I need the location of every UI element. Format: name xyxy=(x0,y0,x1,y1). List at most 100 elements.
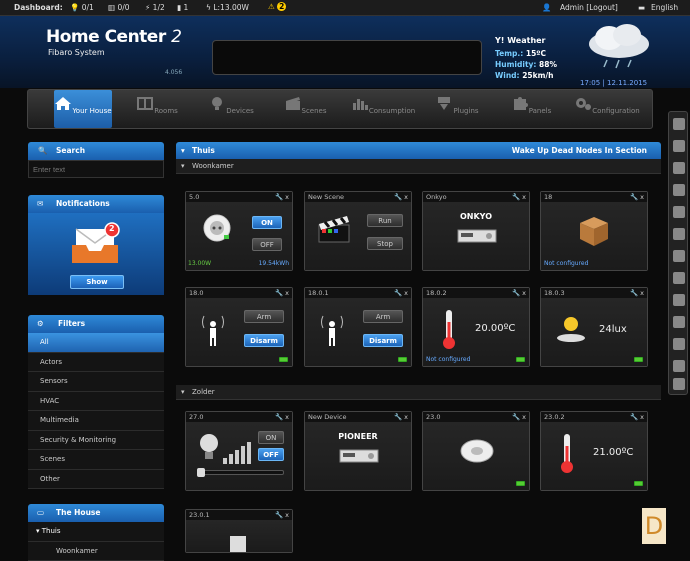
device-card-lux-18-0-3[interactable]: 18.0.3🔧 x 24lux xyxy=(540,287,648,367)
nav-your-house[interactable]: Your House xyxy=(54,90,112,128)
arm-button[interactable]: Arm xyxy=(244,310,284,323)
device-card-dimmer-27-0[interactable]: 27.0🔧 x ON OFF xyxy=(185,411,293,491)
language-link[interactable]: English xyxy=(651,3,678,12)
device-controls[interactable]: 🔧 x xyxy=(394,192,408,202)
device-controls[interactable]: 🔧 x xyxy=(630,192,644,202)
stop-scene-button[interactable]: Stop xyxy=(367,237,403,250)
device-controls[interactable]: 🔧 x xyxy=(512,288,526,298)
weather-label: Weather xyxy=(507,36,545,45)
device-controls[interactable]: 🔧 x xyxy=(630,412,644,422)
plugs-status[interactable]: ⚡ 1/2 xyxy=(145,3,165,12)
filter-all[interactable]: All xyxy=(28,333,164,353)
device-card-smoke-23-0[interactable]: 23.0🔧 x xyxy=(422,411,530,491)
device-card-wall-plug[interactable]: 5.0🔧 x ON OFF 13.00W 19.54kWh xyxy=(185,191,293,271)
filter-scenes[interactable]: Scenes xyxy=(28,450,164,470)
gear-icon[interactable] xyxy=(673,360,685,372)
show-notifications-button[interactable]: Show xyxy=(70,275,124,289)
device-controls[interactable]: 🔧 x xyxy=(512,412,526,422)
alerts-status[interactable]: ⚠ 2 xyxy=(268,2,286,11)
device-body: Run Stop xyxy=(305,202,411,270)
device-controls[interactable]: 🔧 x xyxy=(275,192,289,202)
clapper-icon[interactable] xyxy=(673,250,685,262)
power-status[interactable]: ϟ L:13.00W xyxy=(206,3,249,12)
house-section-thuis[interactable]: ▾ Thuis xyxy=(28,522,164,542)
on-button[interactable]: ON xyxy=(258,431,284,444)
device-card-onkyo[interactable]: Onkyo🔧 x ONKYO xyxy=(422,191,530,271)
nav-consumption[interactable]: Consumption xyxy=(342,90,424,128)
yahoo-icon: Y! xyxy=(495,36,504,45)
device-controls[interactable]: 🔧 x xyxy=(275,412,289,422)
device-controls[interactable]: 🔧 x xyxy=(275,510,289,520)
house-icon xyxy=(54,96,72,111)
device-controls[interactable]: 🔧 x xyxy=(394,412,408,422)
house-icon[interactable] xyxy=(673,162,685,174)
slider-handle[interactable] xyxy=(197,468,205,477)
logout-icon[interactable] xyxy=(673,378,685,390)
arrow-down-icon[interactable]: ▾ xyxy=(181,142,185,159)
wake-up-nodes-link[interactable]: Wake Up Dead Nodes In Section xyxy=(512,142,647,159)
humidity-label: Humidity: xyxy=(495,60,536,69)
nav-scenes[interactable]: Scenes xyxy=(268,90,342,128)
nav-rooms[interactable]: Rooms xyxy=(120,90,194,128)
filter-hvac[interactable]: HVAC xyxy=(28,392,164,412)
disarm-button[interactable]: Disarm xyxy=(244,334,284,347)
room-header-woonkamer[interactable]: ▾Woonkamer xyxy=(176,159,661,174)
nav-plugins[interactable]: Plugins xyxy=(420,90,494,128)
device-card-motion-18-0-1[interactable]: 18.0.1🔧 x Arm Disarm xyxy=(304,287,412,367)
off-button[interactable]: OFF xyxy=(258,448,284,461)
status-text: Not configured xyxy=(544,260,588,267)
device-card-motion-18-0[interactable]: 18.0🔧 x Arm Disarm xyxy=(185,287,293,367)
device-card-23-0-1[interactable]: 23.0.1🔧 x xyxy=(185,509,293,553)
lights-status[interactable]: 💡 0/1 xyxy=(70,3,94,12)
device-icon xyxy=(226,534,250,552)
run-scene-button[interactable]: Run xyxy=(367,214,403,227)
device-card-temp-18-0-2[interactable]: 18.0.2🔧 x 20.00ºC Not configured xyxy=(422,287,530,367)
version: 4.056 xyxy=(165,69,182,76)
blinds-status[interactable]: ▥ 0/0 xyxy=(108,3,130,12)
plugin-icon xyxy=(435,96,453,111)
device-card-scene[interactable]: New Scene🔧 x Run Stop xyxy=(304,191,412,271)
save-icon[interactable] xyxy=(673,118,685,130)
rooms-icon[interactable] xyxy=(673,184,685,196)
arrow-down-icon: ▾ xyxy=(36,527,40,535)
device-controls[interactable]: 🔧 x xyxy=(630,288,644,298)
device-header: 18.0.1🔧 x xyxy=(305,288,411,298)
on-button[interactable]: ON xyxy=(252,216,282,229)
scenes-icon[interactable] xyxy=(673,206,685,218)
device-controls[interactable]: 🔧 x xyxy=(512,192,526,202)
settings-icon[interactable] xyxy=(673,338,685,350)
room-header-zolder[interactable]: ▾Zolder xyxy=(176,385,661,400)
off-button[interactable]: OFF xyxy=(252,238,282,251)
nav-panels[interactable]: Panels xyxy=(494,90,568,128)
bulb-icon[interactable] xyxy=(673,228,685,240)
plugin-icon[interactable] xyxy=(673,294,685,306)
main-nav: Your House Rooms Devices Scenes Consumpt… xyxy=(27,89,653,129)
arrow-down-icon: ▾ xyxy=(181,385,185,400)
chart-icon[interactable] xyxy=(673,272,685,284)
house-section-label: Thuis xyxy=(42,527,61,535)
nav-configuration[interactable]: Configuration xyxy=(570,90,644,128)
time: 17:05 xyxy=(580,79,600,87)
humidity-value: 88% xyxy=(539,60,557,69)
filter-sensors[interactable]: Sensors xyxy=(28,372,164,392)
filter-other[interactable]: Other xyxy=(28,470,164,490)
search-input[interactable] xyxy=(28,160,164,178)
lux-value: 24lux xyxy=(599,324,627,335)
device-card-18[interactable]: 18🔧 x Not configured xyxy=(540,191,648,271)
filter-multimedia[interactable]: Multimedia xyxy=(28,411,164,431)
puzzle-icon[interactable] xyxy=(673,316,685,328)
disk-icon[interactable] xyxy=(673,140,685,152)
dimmer-slider[interactable] xyxy=(198,470,284,475)
disarm-button[interactable]: Disarm xyxy=(363,334,403,347)
device-controls[interactable]: 🔧 x xyxy=(275,288,289,298)
nav-devices[interactable]: Devices xyxy=(194,90,268,128)
filter-security[interactable]: Security & Monitoring xyxy=(28,431,164,451)
arm-button[interactable]: Arm xyxy=(363,310,403,323)
device-controls[interactable]: 🔧 x xyxy=(394,288,408,298)
device-card-temp-23-0-2[interactable]: 23.0.2🔧 x 21.00ºC xyxy=(540,411,648,491)
doors-status[interactable]: ▮ 1 xyxy=(177,3,188,12)
house-room-woonkamer[interactable]: Woonkamer xyxy=(28,542,164,561)
filter-actors[interactable]: Actors xyxy=(28,353,164,373)
admin-logout-link[interactable]: Admin [Logout] xyxy=(560,3,618,12)
device-card-pioneer[interactable]: New Device🔧 x PIONEER xyxy=(304,411,412,491)
